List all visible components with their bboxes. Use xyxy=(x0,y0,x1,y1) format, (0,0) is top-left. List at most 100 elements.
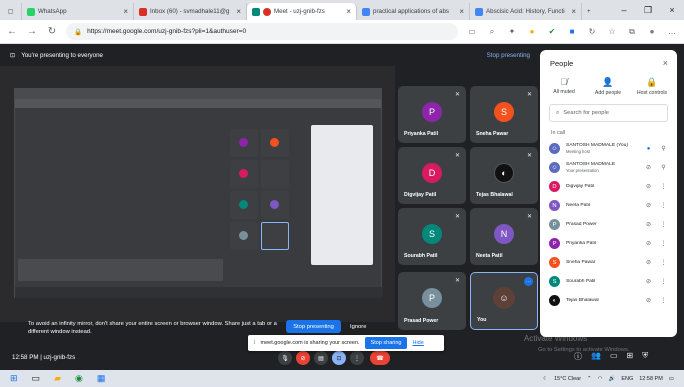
person-row[interactable]: N Neeta Patil ⊘ ⋮ xyxy=(540,197,677,214)
reload-icon[interactable]: ↻ xyxy=(46,26,58,37)
present-button[interactable]: ⊡ xyxy=(332,351,346,365)
mirror-avatar xyxy=(239,169,248,178)
mic-off-icon: ✕ xyxy=(454,92,460,98)
banner-stop-presenting[interactable]: Stop presenting xyxy=(487,52,530,59)
collections-icon[interactable]: ⧉ xyxy=(626,27,638,37)
zoom-icon[interactable]: ⌕ xyxy=(486,27,498,37)
maximize-icon[interactable]: ❐ xyxy=(636,5,660,16)
leave-call-button[interactable]: ☎ xyxy=(370,351,390,365)
tab-actions-icon[interactable]: ▢ xyxy=(0,3,22,20)
person-row[interactable]: ☺ SANTOSH MADMALE (You) Meeting host ● ⚲ xyxy=(540,140,677,157)
file-explorer-icon[interactable]: ▰ xyxy=(54,373,61,384)
person-row[interactable]: D Digvijay Patil ⊘ ⋮ xyxy=(540,178,677,195)
person-row[interactable]: P Priyanka Patil ⊘ ⋮ xyxy=(540,235,677,252)
stop-presenting-button[interactable]: Stop presenting xyxy=(286,320,341,333)
close-tab-icon[interactable]: × xyxy=(459,7,464,16)
present-icon: ⊡ xyxy=(336,355,342,362)
bulb-icon[interactable]: ● xyxy=(526,27,538,36)
minimize-icon[interactable]: – xyxy=(612,5,636,15)
pin-icon[interactable]: ⚲ xyxy=(659,145,668,152)
tab-practical-applications[interactable]: practical applications of abs × xyxy=(357,3,470,20)
people-panel-title: People xyxy=(550,59,574,68)
more-options-icon[interactable]: ⋯ xyxy=(524,277,533,286)
windows-start-icon[interactable]: ⊞ xyxy=(10,373,18,384)
participant-tile[interactable]: ✕ ◐ Tejas Bhalawal xyxy=(470,147,538,204)
mic-off-icon: ⊘ xyxy=(645,298,652,304)
profile-icon[interactable]: ● xyxy=(646,27,658,36)
more-options-icon[interactable]: ⋮ xyxy=(659,240,668,247)
new-badge-icon[interactable]: ■ xyxy=(566,27,578,36)
tab-whatsapp[interactable]: WhatsApp × xyxy=(22,3,134,20)
participant-tile[interactable]: ✕ N Neeta Patil xyxy=(470,208,538,265)
self-tile[interactable]: ⋯ ☺ You xyxy=(470,272,538,330)
mic-off-icon: ✕ xyxy=(526,92,532,98)
person-row[interactable]: ☺ SANTOSH MADMALE Your presentation ⊘ ⚲ xyxy=(540,159,677,176)
close-icon[interactable]: × xyxy=(663,58,668,68)
person-row[interactable]: S Sneha Pawar ⊘ ⋮ xyxy=(540,254,677,271)
search-icon: ⌕ xyxy=(556,109,560,116)
screen-share-icon[interactable]: ▭ xyxy=(466,27,478,36)
close-tab-icon[interactable]: × xyxy=(346,7,351,16)
lock-icon: 🔒 xyxy=(74,28,83,36)
favorites-icon[interactable]: ☆ xyxy=(606,27,618,36)
address-bar[interactable]: 🔒 https://meet.google.com/uzj-gnib-fzs?p… xyxy=(66,23,458,40)
person-row[interactable]: ◐ Tejas Bhalawal ⊘ ⋮ xyxy=(540,292,677,309)
person-row[interactable]: S Sourabh Patil ⊘ ⋮ xyxy=(540,273,677,290)
more-options-button[interactable]: ⋮ xyxy=(350,351,364,365)
mirror-tile xyxy=(261,222,289,250)
captions-button[interactable]: ▤ xyxy=(314,351,328,365)
close-window-icon[interactable]: × xyxy=(660,5,684,15)
grip-icon[interactable]: ⁞ xyxy=(254,340,256,346)
camera-button[interactable]: ⊘ xyxy=(296,351,310,365)
refresh-alt-icon[interactable]: ↻ xyxy=(586,27,598,36)
ignore-button[interactable]: Ignore xyxy=(350,320,366,333)
tab-abscisic-acid[interactable]: Abscisic Acid: History, Functi × xyxy=(470,3,582,20)
pin-icon[interactable]: ⚲ xyxy=(659,164,668,171)
more-options-icon[interactable]: ⋮ xyxy=(659,221,668,228)
more-options-icon[interactable]: ⋮ xyxy=(659,183,668,190)
more-options-icon[interactable]: ⋮ xyxy=(659,297,668,304)
more-options-icon[interactable]: ⋮ xyxy=(659,278,668,285)
speaker-icon[interactable]: 🔊 xyxy=(608,376,615,382)
participant-tile[interactable]: ✕ P Priyanka Patil xyxy=(398,86,466,143)
store-icon[interactable]: ▦ xyxy=(97,373,106,384)
tray-chevron-icon[interactable]: ⌃ xyxy=(587,376,592,382)
more-options-icon[interactable]: ● xyxy=(644,146,653,152)
shield-icon[interactable]: ⛨ xyxy=(642,351,648,362)
more-options-icon[interactable]: ⋮ xyxy=(659,259,668,266)
tab-gmail[interactable]: Inbox (60) - svmadhale11@g × xyxy=(134,3,247,20)
mic-button[interactable]: 🎙 xyxy=(278,351,292,365)
person-row[interactable]: P Prasad Power ⊘ ⋮ xyxy=(540,216,677,233)
new-tab-button[interactable]: + xyxy=(582,3,598,20)
forward-icon[interactable]: → xyxy=(26,26,38,37)
participant-tile[interactable]: ✕ S Sneha Pawar xyxy=(470,86,538,143)
back-icon[interactable]: ← xyxy=(6,26,18,37)
close-tab-icon[interactable]: × xyxy=(571,7,576,16)
task-view-icon[interactable]: ▭ xyxy=(32,373,41,384)
search-people-input[interactable]: ⌕ Search for people xyxy=(549,104,668,122)
notification-icon[interactable]: ▭ xyxy=(669,376,674,382)
hide-button[interactable]: Hide xyxy=(412,340,423,346)
screen-share-notice: ⁞ meet.google.com is sharing your screen… xyxy=(248,335,444,351)
host-controls-button[interactable]: 🔒 Host controls xyxy=(630,77,674,96)
participant-name: You xyxy=(477,317,487,323)
check-icon[interactable]: ✔ xyxy=(546,27,558,36)
participant-name: Tejas Bhalawal xyxy=(476,192,513,198)
add-people-button[interactable]: 👤 Add people xyxy=(586,77,630,96)
tab-meet[interactable]: Meet - uzj-gnib-fzs × xyxy=(247,3,357,20)
participant-name: Digvijay Patil xyxy=(404,192,437,198)
participant-tile[interactable]: ✕ P Prasad Power xyxy=(398,272,466,330)
edge-icon[interactable]: ◉ xyxy=(75,373,83,384)
stop-sharing-button[interactable]: Stop sharing xyxy=(364,337,408,349)
participant-tile[interactable]: ✕ S Sourabh Patil xyxy=(398,208,466,265)
wifi-icon[interactable]: ◠ xyxy=(598,376,603,382)
mic-off-icon: ⊘ xyxy=(645,241,652,247)
participant-tile[interactable]: ✕ D Digvijay Patil xyxy=(398,147,466,204)
all-muted-button[interactable]: 🎙̸ All muted xyxy=(542,77,586,95)
more-options-icon[interactable]: ⋮ xyxy=(659,202,668,209)
extension-icon[interactable]: ✦ xyxy=(506,27,518,36)
close-tab-icon[interactable]: × xyxy=(123,7,128,16)
menu-icon[interactable]: … xyxy=(666,27,678,36)
mic-off-icon: ⊘ xyxy=(645,203,652,209)
close-tab-icon[interactable]: × xyxy=(236,7,241,16)
